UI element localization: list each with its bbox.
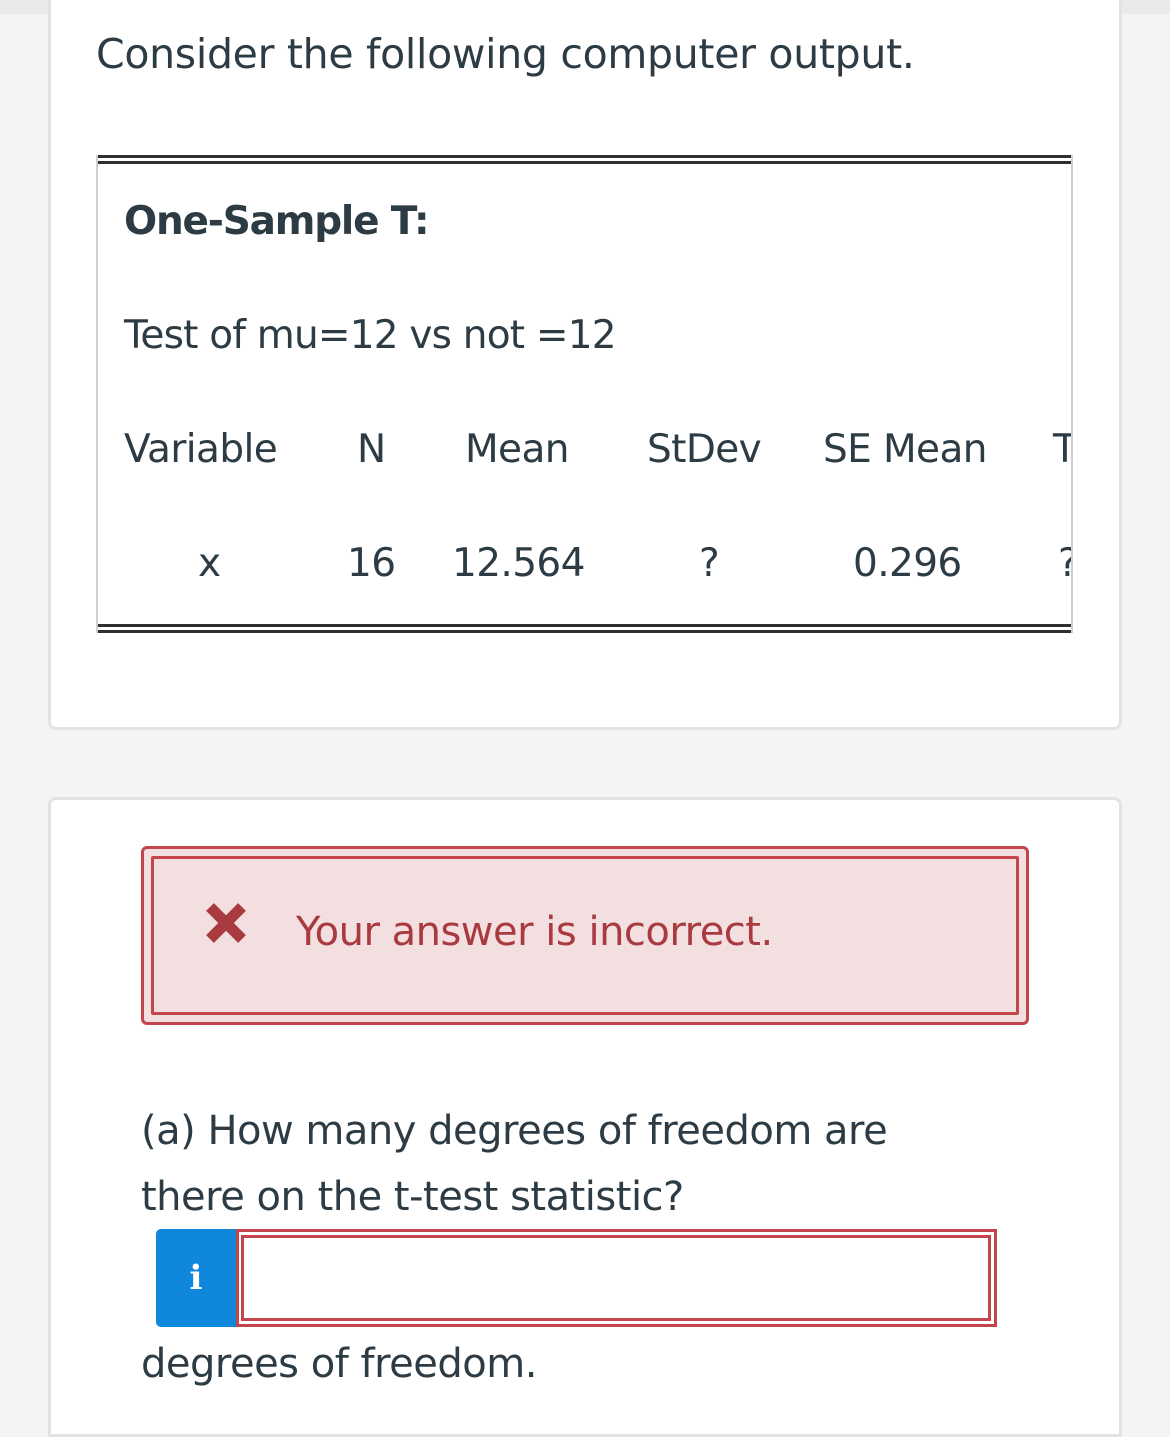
header-stdev: StDev xyxy=(647,427,762,472)
output-bottom-rule xyxy=(98,624,1071,633)
question-text: (a) How many degrees of freedom are ther… xyxy=(141,1108,888,1220)
row-mean: 12.564 xyxy=(452,541,585,586)
x-mark-icon xyxy=(206,903,246,943)
degrees-of-freedom-input[interactable] xyxy=(236,1229,997,1327)
row-n: 16 xyxy=(347,541,396,586)
answer-suffix: degrees of freedom. xyxy=(141,1341,537,1387)
alert-message: Your answer is incorrect. xyxy=(296,909,773,955)
output-top-rule xyxy=(98,155,1071,164)
row-se-mean: 0.296 xyxy=(853,541,962,586)
incorrect-answer-alert: Your answer is incorrect. xyxy=(141,846,1029,1025)
intro-text: Consider the following computer output. xyxy=(96,30,915,78)
computer-output-box: One-Sample T: Test of mu=12 vs not =12 V… xyxy=(96,155,1073,633)
header-variable: Variable xyxy=(124,427,278,472)
header-se-mean: SE Mean xyxy=(823,427,987,472)
output-test-line: Test of mu=12 vs not =12 xyxy=(124,313,617,358)
header-t: T xyxy=(1053,427,1071,472)
header-mean: Mean xyxy=(465,427,569,472)
output-title: One-Sample T: xyxy=(124,199,430,244)
header-n: N xyxy=(357,427,386,472)
row-stdev: ? xyxy=(699,541,720,586)
row-t: ? xyxy=(1058,541,1071,586)
row-variable: x xyxy=(198,541,221,586)
info-button[interactable]: i xyxy=(156,1229,236,1327)
